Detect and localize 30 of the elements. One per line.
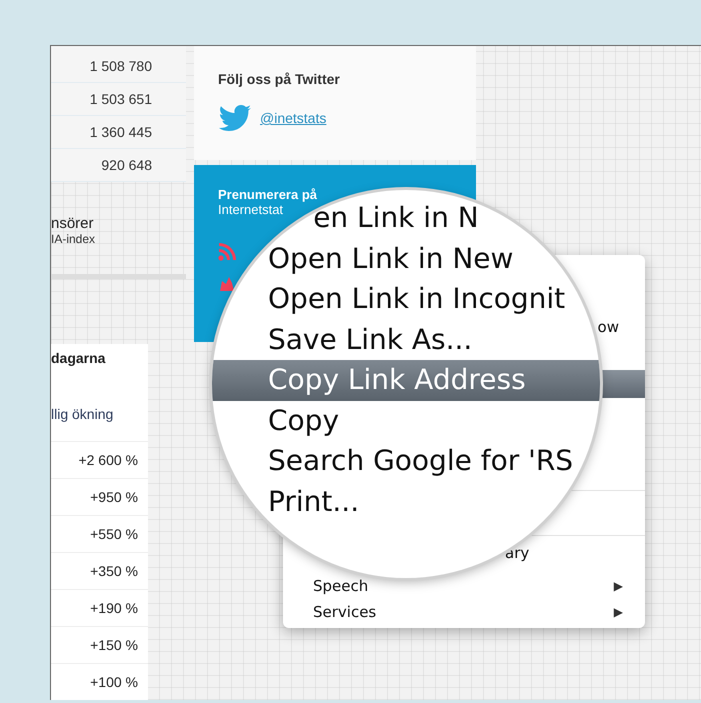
menu-item[interactable]: Print... [268,484,360,518]
column-header: llig ökning [51,406,114,422]
table-title: dagarna [51,350,106,368]
card-title: Följ oss på Twitter [218,71,340,87]
menu-item[interactable]: Services ▶ [313,603,623,621]
visitor-count: 1 503 651 [90,91,152,107]
visitor-count: 1 508 780 [90,58,152,74]
menu-item[interactable]: ow [598,318,619,336]
section-subtitle: IA-index [51,232,96,246]
table-cell: +190 % [90,600,138,616]
table-cell: +2 600 % [78,452,138,468]
card-title: Prenumerera på [218,187,317,202]
menu-item[interactable]: Speech ▶ [313,577,623,595]
card-text: Internetstat [218,202,284,217]
table-cell: +100 % [90,674,138,690]
table-cell: +150 % [90,637,138,653]
menu-item[interactable]: Open Link in New [268,242,514,274]
table-cell: +950 % [90,489,138,505]
menu-item[interactable]: en Link in N [313,201,479,234]
menu-item[interactable]: Open Link in Incognit [268,282,566,315]
selected-menu-item[interactable]: Copy Link Address [212,360,600,400]
section-title: nsörer [51,215,94,232]
table-cell: +350 % [90,563,138,579]
visitor-count: 920 648 [101,157,152,173]
bird-icon [218,105,252,131]
table-cell: +550 % [90,526,138,542]
visitor-count: 1 360 445 [90,124,152,140]
menu-item[interactable]: Save Link As... [268,322,472,356]
menu-item[interactable]: Search Google for 'RS [268,444,574,477]
menu-item[interactable]: Copy [268,404,340,436]
